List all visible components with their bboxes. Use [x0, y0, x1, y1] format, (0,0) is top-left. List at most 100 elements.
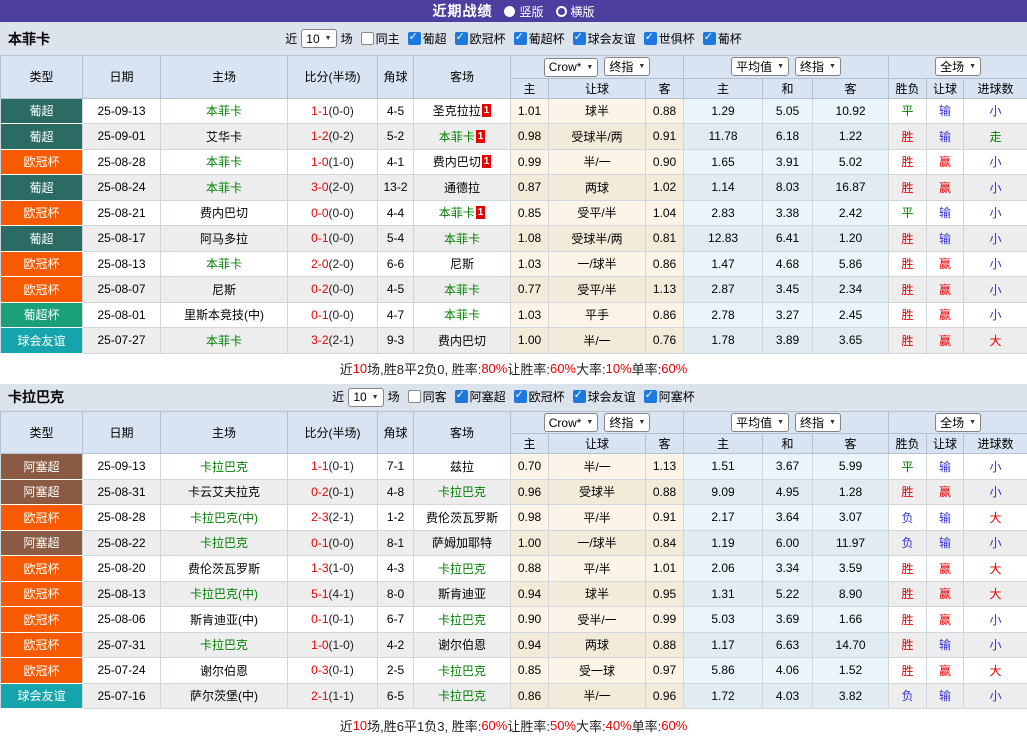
- away-team: 卡拉巴克: [414, 607, 511, 633]
- result-handicap: 输: [927, 454, 964, 480]
- radio-icon: [504, 6, 515, 17]
- handicap-line: 平/半: [549, 556, 646, 582]
- odds-home: 0.85: [511, 658, 549, 684]
- match-row: 欧冠杯25-08-21费内巴切0-0(0-0)4-4本菲卡10.85受平/半1.…: [1, 200, 1027, 226]
- view-option[interactable]: 竖版: [504, 3, 543, 20]
- match-row: 球会友谊25-07-16萨尔茨堡(中)2-1(1-1)6-5卡拉巴克0.86半/…: [1, 683, 1027, 709]
- col-header-corners: 角球: [378, 411, 414, 454]
- league-badge-cell: 球会友谊: [1, 328, 83, 354]
- score-halftime: 1-2(0-2): [288, 124, 378, 150]
- league-badge-cell: 葡超: [1, 124, 83, 150]
- halftime-score: (0-0): [329, 206, 354, 220]
- avg-home: 1.51: [684, 454, 763, 480]
- league-filter-checkbox[interactable]: [455, 390, 468, 403]
- fulltime-score: 1-0: [311, 155, 328, 169]
- avg-header-group: 平均值▼ 终指▼: [684, 411, 889, 434]
- match-date: 25-07-31: [83, 632, 161, 658]
- score-halftime: 3-2(2-1): [288, 328, 378, 354]
- recent-count-select[interactable]: 10▼: [348, 388, 383, 407]
- avg-draw: 4.95: [763, 479, 813, 505]
- home-team: 本菲卡: [161, 251, 288, 277]
- avg-away: 10.92: [813, 98, 889, 124]
- view-mode-radio-group: 竖版 横版: [504, 3, 594, 20]
- home-team: 本菲卡: [161, 149, 288, 175]
- fulltime-score: 0-2: [311, 485, 328, 499]
- league-filter-checkbox[interactable]: [703, 32, 716, 45]
- away-team: 费内巴切1: [414, 149, 511, 175]
- halftime-score: (2-1): [329, 333, 354, 347]
- match-row: 欧冠杯25-08-28卡拉巴克(中)2-3(2-1)1-2费伦茨瓦罗斯0.98平…: [1, 505, 1027, 531]
- avg-away: 1.22: [813, 124, 889, 150]
- away-team: 萨姆加耶特: [414, 530, 511, 556]
- handicap-line: 一/球半: [549, 530, 646, 556]
- halftime-score: (0-1): [329, 663, 354, 677]
- team-name-text: 卡拉巴克: [438, 562, 486, 576]
- away-team: 费伦茨瓦罗斯: [414, 505, 511, 531]
- odds-header-group: Crow*▼ 终指▼: [511, 411, 684, 434]
- league-filter-checkbox[interactable]: [573, 32, 586, 45]
- bookmaker-select[interactable]: Crow*▼: [544, 413, 599, 432]
- fulltime-score: 0-0: [311, 206, 328, 220]
- fulltime-score: 3-2: [311, 333, 328, 347]
- scope-select[interactable]: 全场▼: [935, 413, 981, 432]
- result-outcome: 胜: [889, 251, 927, 277]
- view-option-label: 横版: [571, 3, 595, 20]
- col-header-handicap: 让球: [549, 78, 646, 98]
- league-filter-checkbox[interactable]: [644, 390, 657, 403]
- avg-period-select[interactable]: 终指▼: [795, 413, 841, 432]
- league-filter-checkbox[interactable]: [644, 32, 657, 45]
- team-name-text: 本菲卡: [444, 283, 480, 297]
- odds-home: 0.85: [511, 200, 549, 226]
- corners: 4-5: [378, 98, 414, 124]
- league-filter-checkbox[interactable]: [408, 32, 421, 45]
- col-header-score: 比分(半场): [288, 56, 378, 99]
- team-filter-bar: 卡拉巴克 近10▼场同客阿塞超欧冠杯球会友谊阿塞杯: [0, 384, 1027, 411]
- summary-segment: 60%: [661, 361, 687, 376]
- avg-away: 3.07: [813, 505, 889, 531]
- avg-home: 11.78: [684, 124, 763, 150]
- halftime-score: (0-1): [329, 612, 354, 626]
- avg-draw: 4.03: [763, 683, 813, 709]
- odds-home: 0.94: [511, 632, 549, 658]
- team-name-text: 谢尔伯恩: [200, 664, 248, 678]
- league-filter-checkbox[interactable]: [455, 32, 468, 45]
- odds-home: 0.99: [511, 149, 549, 175]
- avg-draw: 6.41: [763, 226, 813, 252]
- match-row: 欧冠杯25-08-13卡拉巴克(中)5-1(4-1)8-0斯肯迪亚0.94球半0…: [1, 581, 1027, 607]
- league-filter-checkbox[interactable]: [573, 390, 586, 403]
- halftime-score: (4-1): [329, 587, 354, 601]
- corners: 6-6: [378, 251, 414, 277]
- team-name-text: 阿马多拉: [200, 232, 248, 246]
- team-name-text: 斯肯迪亚: [438, 587, 486, 601]
- league-filter-checkbox[interactable]: [514, 32, 527, 45]
- avg-period-select[interactable]: 终指▼: [795, 57, 841, 76]
- avg-select[interactable]: 平均值▼: [731, 57, 789, 76]
- league-filter-label: 欧冠杯: [529, 390, 565, 404]
- match-date: 25-08-20: [83, 556, 161, 582]
- team-name-text: 里斯本竞技(中): [184, 308, 264, 322]
- league-filter-checkbox[interactable]: [514, 390, 527, 403]
- odds-away: 0.99: [646, 607, 684, 633]
- view-option[interactable]: 横版: [556, 3, 595, 20]
- avg-draw: 3.67: [763, 454, 813, 480]
- recent-count-select[interactable]: 10▼: [301, 29, 336, 48]
- team-name-text: 卡云艾夫拉克: [188, 485, 260, 499]
- avg-select[interactable]: 平均值▼: [731, 413, 789, 432]
- scope-select[interactable]: 全场▼: [935, 57, 981, 76]
- match-date: 25-08-01: [83, 302, 161, 328]
- result-handicap: 输: [927, 683, 964, 709]
- home-team: 费内巴切: [161, 200, 288, 226]
- away-team: 卡拉巴克: [414, 556, 511, 582]
- chevron-down-icon: ▼: [372, 394, 379, 401]
- halftime-score: (2-0): [329, 257, 354, 271]
- same-venue-checkbox[interactable]: [361, 32, 374, 45]
- odds-away: 0.91: [646, 505, 684, 531]
- bookmaker-select[interactable]: Crow*▼: [544, 58, 599, 77]
- same-venue-checkbox[interactable]: [408, 390, 421, 403]
- avg-header-group: 平均值▼ 终指▼: [684, 56, 889, 79]
- odds-period-select[interactable]: 终指▼: [604, 57, 650, 76]
- fulltime-score: 1-0: [311, 638, 328, 652]
- odds-period-select[interactable]: 终指▼: [604, 413, 650, 432]
- col-header-odds-away: 客: [646, 78, 684, 98]
- score-halftime: 0-0(0-0): [288, 200, 378, 226]
